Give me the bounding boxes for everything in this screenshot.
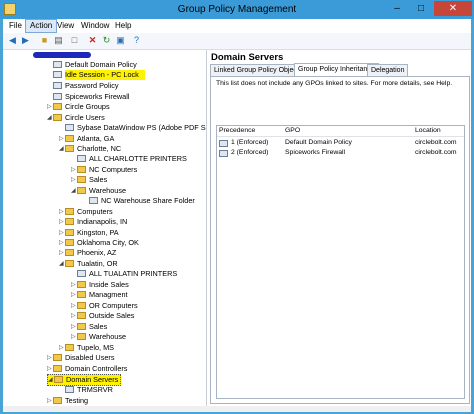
gpo-link-icon: [77, 270, 86, 277]
cell-precedence: 1 (Enforced): [231, 139, 269, 146]
help-icon[interactable]: ?: [131, 35, 142, 46]
folder-up-icon[interactable]: ■: [39, 35, 50, 46]
gpo-link-icon: [65, 386, 74, 393]
app-window: Group Policy Management – □ ✕ File Actio…: [0, 0, 474, 414]
redaction-scribble: [33, 52, 91, 58]
back-arrow-icon[interactable]: ◀: [7, 35, 18, 46]
cell-precedence: 2 (Enforced): [231, 149, 269, 156]
ou-folder-icon: [65, 218, 74, 225]
cell-gpo: Spiceworks Firewall: [285, 149, 346, 156]
ou-folder-icon: [77, 333, 86, 340]
status-bar: [3, 406, 471, 412]
ou-folder-icon: [77, 291, 86, 298]
properties-icon[interactable]: ▤: [53, 35, 64, 46]
export-icon[interactable]: ▣: [115, 35, 126, 46]
ou-folder-icon: [53, 354, 62, 361]
menu-window[interactable]: Window: [77, 20, 113, 32]
ou-folder-icon: [65, 249, 74, 256]
ou-folder-icon: [65, 135, 74, 142]
delete-icon[interactable]: ✕: [87, 35, 98, 46]
close-button[interactable]: ✕: [434, 1, 472, 16]
gpo-link-icon: [53, 61, 62, 68]
toolbar: ◀ ▶ ■ ▤ □ ✕ ↻ ▣ ?: [3, 33, 471, 50]
tab-gp-inheritance[interactable]: Group Policy Inheritance: [294, 63, 379, 77]
ou-folder-icon: [77, 312, 86, 319]
ou-folder-icon: [77, 302, 86, 309]
column-header-precedence[interactable]: Precedence: [219, 127, 255, 134]
gpo-link-icon: [77, 155, 86, 162]
ou-folder-icon: [65, 239, 74, 246]
menu-view[interactable]: View: [53, 20, 78, 32]
menu-bar: File Action View Window Help: [3, 19, 471, 33]
ou-folder-icon: [65, 208, 74, 215]
column-header-location[interactable]: Location: [415, 127, 441, 134]
menu-file[interactable]: File: [5, 20, 26, 32]
ou-folder-icon: [77, 166, 86, 173]
ou-folder-icon: [65, 229, 74, 236]
ou-folder-icon: [77, 281, 86, 288]
inheritance-note: This list does not include any GPOs link…: [216, 80, 453, 87]
gpo-enforced-icon: [219, 140, 228, 147]
gpo-link-icon: [89, 197, 98, 204]
ou-folder-icon: [65, 344, 74, 351]
ou-folder-icon: [77, 176, 86, 183]
ou-folder-icon: [65, 145, 74, 152]
ou-folder-icon: [65, 260, 74, 267]
maximize-button[interactable]: □: [410, 1, 432, 16]
details-title: Domain Servers: [211, 52, 284, 63]
gpo-link-icon: [53, 71, 62, 78]
details-pane: Domain Servers Linked Group Policy Objec…: [207, 50, 471, 406]
cell-location: circlebolt.com: [415, 149, 457, 156]
table-row[interactable]: 2 (Enforced) Spiceworks Firewall circleb…: [217, 149, 464, 158]
menu-help[interactable]: Help: [111, 20, 135, 32]
title-bar[interactable]: Group Policy Management – □ ✕: [0, 0, 474, 19]
gpo-link-icon: [65, 124, 74, 131]
refresh-icon[interactable]: ↻: [101, 35, 112, 46]
gpo-link-icon: [53, 93, 62, 100]
ou-folder-icon: [77, 323, 86, 330]
ou-folder-icon: [77, 187, 86, 194]
cell-location: circlebolt.com: [415, 139, 457, 146]
forward-arrow-icon[interactable]: ▶: [20, 35, 31, 46]
ou-folder-icon: [53, 103, 62, 110]
console-tree[interactable]: Default Domain Policy Idle Session - PC …: [3, 50, 207, 406]
cell-gpo: Default Domain Policy: [285, 139, 352, 146]
table-row[interactable]: 1 (Enforced) Default Domain Policy circl…: [217, 139, 464, 148]
grid-header: Precedence GPO Location: [217, 126, 464, 137]
ou-folder-icon: [53, 114, 62, 121]
column-header-gpo[interactable]: GPO: [285, 127, 300, 134]
inheritance-tab-body: This list does not include any GPOs link…: [210, 76, 470, 404]
inheritance-grid[interactable]: Precedence GPO Location 1 (Enforced) Def…: [216, 125, 465, 399]
show-hide-tree-icon[interactable]: □: [69, 35, 80, 46]
minimize-button[interactable]: –: [386, 1, 408, 16]
gpo-enforced-icon: [219, 150, 228, 157]
gpo-link-icon: [53, 82, 62, 89]
ou-folder-icon: [53, 397, 62, 404]
ou-folder-icon: [54, 376, 63, 383]
ou-folder-icon: [53, 365, 62, 372]
